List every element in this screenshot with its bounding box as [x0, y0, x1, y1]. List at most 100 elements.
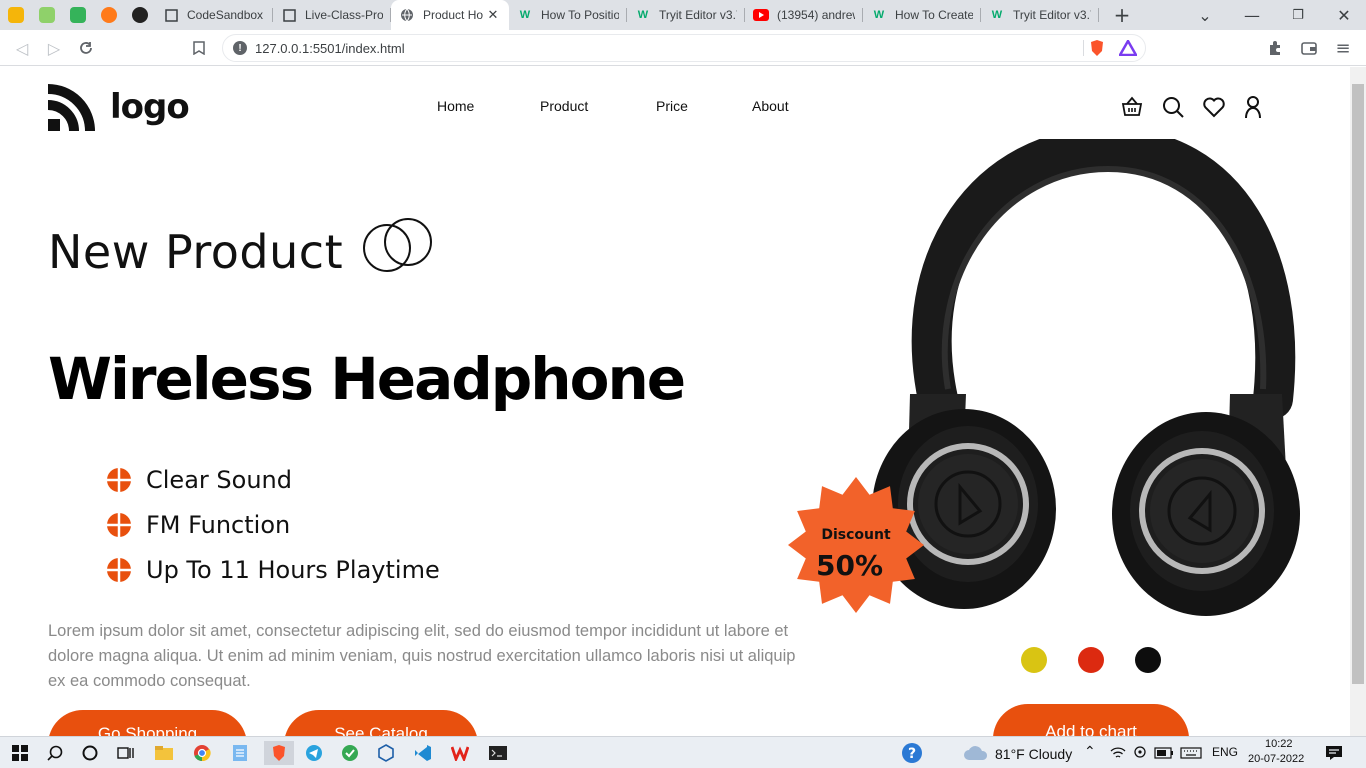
w3schools-icon: W: [519, 9, 531, 21]
nav-product[interactable]: Product: [540, 98, 588, 114]
feature-item: Clear Sound: [106, 465, 292, 495]
notepad-icon[interactable]: [228, 741, 252, 765]
browser-tab[interactable]: W How To Create: [863, 0, 981, 30]
terminal-icon[interactable]: [486, 741, 510, 765]
pinned-tab-github[interactable]: [124, 0, 155, 30]
color-swatch-yellow[interactable]: [1021, 647, 1047, 673]
cortana-icon[interactable]: [78, 741, 102, 765]
pinned-tab-firefox[interactable]: [93, 0, 124, 30]
windows-taskbar: ? 81°F Cloudy ⌃ ENG 10:22 20-07-2022: [0, 736, 1366, 768]
discount-value: 50%: [816, 549, 884, 582]
plus-circle-icon: [107, 558, 131, 582]
brave-shield-icon[interactable]: [1089, 39, 1105, 60]
logo-text: logo: [110, 87, 190, 127]
user-icon[interactable]: [1241, 95, 1265, 119]
nav-home[interactable]: Home: [437, 98, 474, 114]
site-info-icon[interactable]: !: [233, 41, 247, 55]
vpn-icon[interactable]: [338, 741, 362, 765]
browser-tab[interactable]: Live-Class-Proje: [273, 0, 391, 30]
minimize-button[interactable]: —: [1236, 0, 1268, 30]
clock-time[interactable]: 10:22: [1265, 738, 1293, 750]
chevron-down-icon[interactable]: ⌄: [1192, 0, 1218, 30]
brave-rewards-icon[interactable]: [1117, 38, 1139, 59]
globe-icon: [399, 7, 415, 23]
clock-date[interactable]: 20-07-2022: [1248, 753, 1304, 765]
logo-mark-icon: [48, 84, 95, 131]
language-indicator[interactable]: ENG: [1212, 745, 1238, 759]
keyboard-icon[interactable]: [1178, 741, 1204, 765]
extensions-icon[interactable]: [1264, 37, 1286, 59]
reload-icon[interactable]: [75, 37, 97, 59]
windows-start-icon[interactable]: [8, 741, 32, 765]
nav-about[interactable]: About: [752, 98, 789, 114]
restore-button[interactable]: ❐: [1282, 0, 1314, 30]
telegram-icon[interactable]: [302, 741, 326, 765]
bulb-icon: [7, 7, 24, 23]
feature-text: FM Function: [146, 511, 291, 539]
tab-title: Live-Class-Proje: [305, 8, 383, 22]
feature-text: Clear Sound: [146, 466, 292, 494]
close-tab-icon[interactable]: ✕: [485, 7, 501, 23]
box-icon: [163, 7, 179, 23]
tab-title: How To Create: [895, 8, 973, 22]
new-tab-button[interactable]: +: [1108, 0, 1136, 30]
url-text: 127.0.0.1:5501/index.html: [255, 40, 405, 56]
cloud-icon: [962, 741, 990, 765]
discount-badge: Discount 50%: [786, 475, 926, 615]
plus-circle-icon: [107, 468, 131, 492]
pinned-tab-code[interactable]: [31, 0, 62, 30]
browser-tab[interactable]: W Tryit Editor v3.7: [981, 0, 1099, 30]
add-to-cart-button[interactable]: Add to chart: [993, 704, 1189, 736]
wifi-icon[interactable]: [1106, 741, 1130, 765]
pinned-tab-play[interactable]: [62, 0, 93, 30]
vscode-icon[interactable]: [411, 741, 435, 765]
basket-icon[interactable]: [1120, 95, 1144, 119]
github-icon: [131, 7, 148, 23]
search-icon[interactable]: [43, 741, 67, 765]
w3schools-icon: W: [873, 9, 885, 21]
svg-text:?: ?: [908, 746, 916, 762]
hero-description: Lorem ipsum dolor sit amet, consectetur …: [48, 622, 796, 690]
battery-icon[interactable]: [1152, 741, 1176, 765]
browser-tab[interactable]: (13954) andrew: [745, 0, 863, 30]
weather-text[interactable]: 81°F Cloudy: [995, 746, 1072, 762]
heart-icon[interactable]: [1202, 95, 1226, 119]
wallet-icon[interactable]: [1298, 37, 1320, 59]
site-logo[interactable]: logo: [48, 83, 190, 131]
color-swatch-black[interactable]: [1135, 647, 1161, 673]
scrollbar-thumb[interactable]: [1352, 84, 1364, 684]
wps-office-icon[interactable]: [448, 741, 472, 765]
go-shopping-button[interactable]: Go Shopping: [48, 710, 247, 736]
browser-tab[interactable]: CodeSandbox: [155, 0, 273, 30]
browser-tab[interactable]: W How To Positio: [509, 0, 627, 30]
search-icon[interactable]: [1161, 95, 1185, 119]
back-icon[interactable]: ◁: [11, 37, 33, 59]
virtualbox-icon[interactable]: [374, 741, 398, 765]
help-icon[interactable]: ?: [900, 741, 924, 765]
tab-title: Tryit Editor v3.7: [659, 8, 737, 22]
task-view-icon[interactable]: [114, 741, 138, 765]
bookmark-icon[interactable]: [188, 37, 210, 59]
file-explorer-icon[interactable]: [152, 741, 176, 765]
browser-tab[interactable]: W Tryit Editor v3.7: [627, 0, 745, 30]
page-content: logo Home Product Price About New Produc…: [0, 67, 1350, 736]
chrome-icon[interactable]: [190, 741, 214, 765]
tray-chevron-icon[interactable]: ⌃: [1084, 743, 1096, 760]
nav-price[interactable]: Price: [656, 98, 688, 114]
code-icon: [38, 7, 55, 23]
pinned-tab-bulb[interactable]: [0, 0, 31, 30]
hero-kicker: New Product: [48, 225, 344, 279]
browser-tab-active[interactable]: Product Ho ✕: [391, 0, 509, 30]
address-bar[interactable]: ! 127.0.0.1:5501/index.html: [222, 34, 1146, 62]
firefox-icon: [100, 7, 117, 23]
menu-icon[interactable]: ≡: [1332, 37, 1354, 59]
webcam-icon[interactable]: [1128, 741, 1152, 765]
close-window-button[interactable]: ✕: [1328, 0, 1360, 30]
tab-title: Tryit Editor v3.7: [1013, 8, 1091, 22]
brave-browser-icon[interactable]: [264, 741, 294, 765]
see-catalog-button[interactable]: See Catalog: [284, 710, 478, 736]
notification-icon[interactable]: [1322, 741, 1346, 765]
w3schools-icon: W: [991, 9, 1003, 21]
color-swatch-red[interactable]: [1078, 647, 1104, 673]
forward-icon[interactable]: ▷: [43, 37, 65, 59]
